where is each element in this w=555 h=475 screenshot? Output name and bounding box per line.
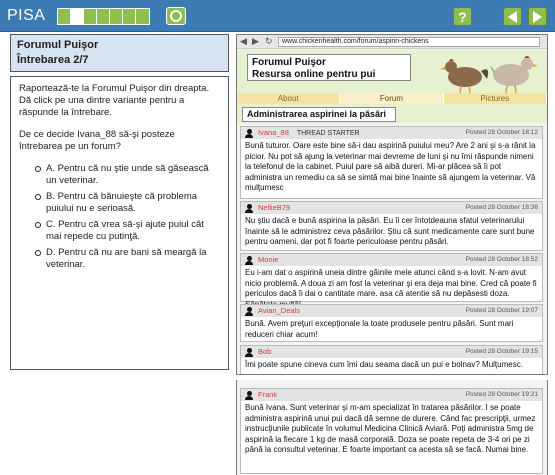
post-text: Îmi poate spune cineva cum îmi dau seama… [245, 360, 523, 369]
help-icon: ? [458, 8, 467, 25]
post-text: Bună Ivana. Sunt veterinar şi m-am speci… [245, 403, 536, 454]
progress-step [84, 9, 97, 24]
post-header: Frank Posted 28 October 19:21 [241, 389, 542, 401]
post-text: Bună tuturor. Oare este bine să-i dau as… [245, 141, 536, 192]
avatar-icon [245, 129, 253, 138]
option-a[interactable]: A. Pentru că nu ştie unde să găsească un… [35, 163, 220, 187]
post-username[interactable]: Monie [258, 255, 278, 264]
post-header: Monie Posted 28 October 18:52 [241, 254, 542, 266]
question-panel: Raportează-te la Forumul Puişor din drea… [10, 76, 229, 370]
next-arrow-icon [533, 10, 542, 23]
answer-options: A. Pentru că nu ştie unde să găsească un… [35, 163, 220, 271]
site-name: Forumul Puişor [252, 57, 326, 68]
avatar-icon [245, 307, 253, 316]
option-b[interactable]: B. Pentru că bănuieşte că problema puiul… [35, 191, 220, 215]
app-title: PISA [7, 7, 46, 24]
forum-post: Avian_Deals Posted 28 October 19:07 Bună… [240, 304, 543, 342]
progress-step [110, 9, 123, 24]
post-username[interactable]: Bob [258, 347, 271, 356]
option-d[interactable]: D. Pentru că nu are bani să meargă la ve… [35, 247, 220, 271]
instruction-text: Raportează-te la Forumul Puişor din drea… [19, 83, 210, 118]
forum-post: Monie Posted 28 October 18:52 Eu i-am da… [240, 253, 543, 309]
unit-title: Forumul Puişor [17, 39, 99, 51]
back-arrow-icon [508, 10, 517, 23]
question-number: Întrebarea 2/7 [17, 54, 89, 66]
menu-pictures[interactable]: Pictures [443, 93, 547, 104]
forum-post: Ivana_88 THREAD STARTER Posted 28 Octobe… [240, 126, 543, 199]
reload-icon[interactable]: ↻ [265, 36, 273, 47]
post-header: Bob Posted 28 October 19:15 [241, 346, 542, 358]
post-header: Avian_Deals Posted 28 October 19:07 [241, 305, 542, 317]
help-button[interactable]: ? [453, 7, 472, 26]
menu-about[interactable]: About [237, 93, 341, 104]
back-button[interactable] [503, 7, 522, 26]
post-username[interactable]: Avian_Deals [258, 306, 300, 315]
avatar-icon [245, 204, 253, 213]
option-c[interactable]: C. Pentru că vrea să-şi ajute puiul cât … [35, 219, 220, 243]
forum-post: Bob Posted 28 October 19:15 Îmi poate sp… [240, 345, 543, 374]
browser-panel: ◀ ▶ ↻ www.chickenhealth.com/forum/aspiri… [236, 34, 548, 375]
post-date: Posted 28 October 19:15 [465, 348, 538, 355]
question-header: Forumul Puişor Întrebarea 2/7 [10, 34, 229, 72]
post-date: Posted 28 October 19:07 [465, 307, 538, 314]
post-username[interactable]: Ivana_88 [258, 128, 289, 137]
post-username[interactable]: NellieB79 [258, 203, 290, 212]
browser-toolbar: ◀ ▶ ↻ www.chickenhealth.com/forum/aspiri… [237, 35, 547, 49]
forum-post: Frank Posted 28 October 19:21 Bună Ivana… [240, 388, 543, 474]
progress-step [123, 9, 136, 24]
progress-step [97, 9, 110, 24]
browser-panel-continued: Frank Posted 28 October 19:21 Bună Ivana… [236, 380, 548, 475]
site-menu: About Forum Pictures [237, 93, 547, 104]
thread-title: Administrarea aspirinei la păsări [242, 107, 396, 122]
question-prompt: De ce decide Ivana_88 să-şi posteze într… [19, 129, 175, 152]
progress-step [58, 9, 71, 24]
progress-step-current [71, 9, 84, 24]
post-header: NellieB79 Posted 28 October 18:36 [241, 202, 542, 214]
browser-back-icon[interactable]: ◀ [240, 36, 247, 47]
next-button[interactable] [528, 7, 547, 26]
thread-starter-badge: THREAD STARTER [296, 130, 360, 137]
menu-forum[interactable]: Forum [340, 93, 444, 104]
avatar-icon [245, 256, 253, 265]
site-tagline: Resursa online pentru pui [252, 69, 376, 80]
address-bar[interactable]: www.chickenhealth.com/forum/aspirin-chic… [278, 37, 540, 47]
post-date: Posted 28 October 18:12 [465, 129, 538, 136]
post-text: Bună. Avem preţuri excepţionale la toate… [245, 319, 514, 339]
progress-step [136, 9, 149, 24]
post-header: Ivana_88 THREAD STARTER Posted 28 Octobe… [241, 127, 542, 139]
forum-post: NellieB79 Posted 28 October 18:36 Nu şti… [240, 201, 543, 251]
browser-forward-icon[interactable]: ▶ [252, 36, 259, 47]
post-username[interactable]: Frank [258, 390, 277, 399]
hen-illustration [440, 56, 538, 94]
site-title: Forumul Puişor Resursa online pentru pui [247, 54, 411, 81]
timer-icon[interactable] [166, 7, 186, 25]
top-bar: PISA ? [0, 0, 555, 32]
post-date: Posted 28 October 18:36 [465, 204, 538, 211]
post-text: Nu ştiu dacă e bună aspirina la păsări. … [245, 216, 535, 246]
post-date: Posted 28 October 19:21 [465, 391, 538, 398]
progress-indicator [57, 8, 150, 25]
avatar-icon [245, 391, 253, 400]
avatar-icon [245, 348, 253, 357]
post-date: Posted 28 October 18:52 [465, 256, 538, 263]
